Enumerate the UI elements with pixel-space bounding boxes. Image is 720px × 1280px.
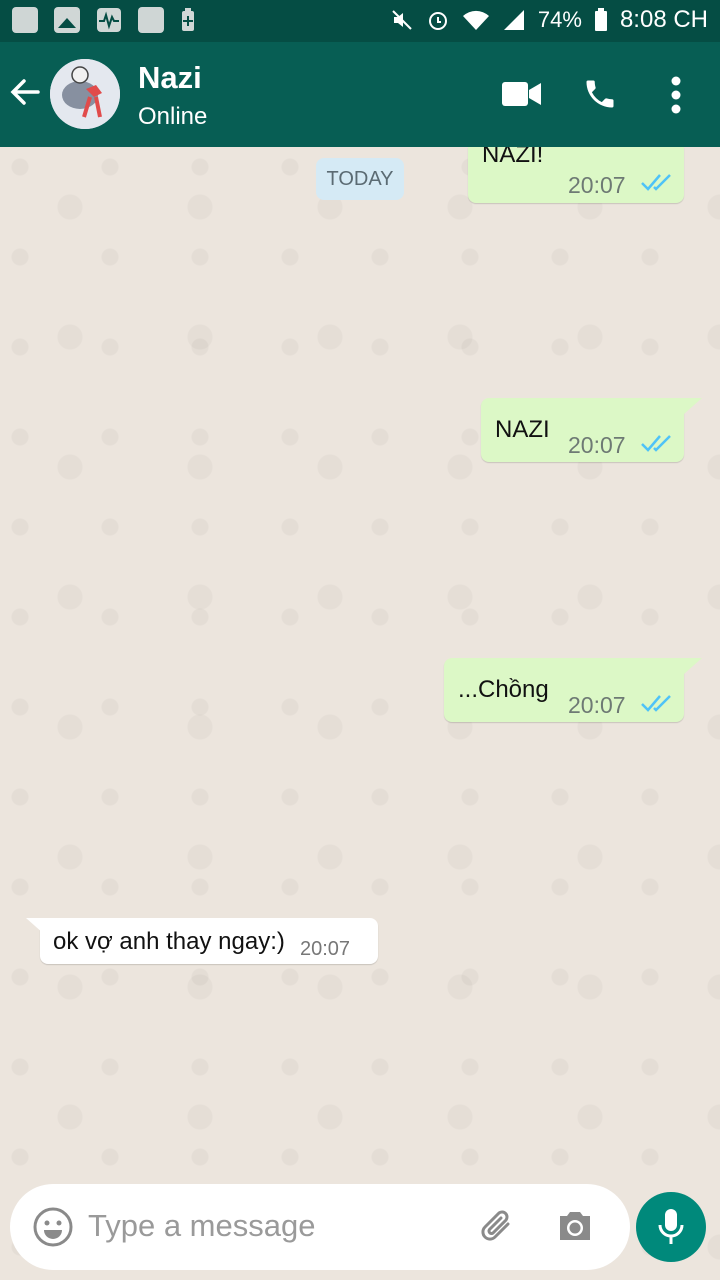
square-notification-icon <box>138 7 164 33</box>
back-button[interactable] <box>8 70 42 114</box>
double-check-icon <box>641 174 671 191</box>
gallery-notification-icon <box>54 7 80 33</box>
mute-icon <box>392 10 412 30</box>
more-vert-icon <box>671 76 681 114</box>
bubble-tail <box>684 398 702 414</box>
back-arrow-icon <box>10 79 40 105</box>
battery-icon <box>594 8 607 31</box>
double-check-icon <box>641 435 671 452</box>
video-call-icon <box>502 82 541 106</box>
message-text: NAZI <box>495 416 550 443</box>
message-bubble-outgoing[interactable]: NAZI! 20:07 <box>468 147 684 203</box>
message-text: ok vợ anh thay ngay:) <box>53 928 285 955</box>
attach-button[interactable] <box>480 1208 516 1251</box>
camera-button[interactable] <box>556 1208 594 1249</box>
alarm-icon <box>428 12 447 30</box>
emoji-icon <box>33 1207 73 1247</box>
avatar-image <box>50 59 120 129</box>
emoji-button[interactable] <box>32 1206 74 1253</box>
contact-avatar[interactable] <box>50 59 120 129</box>
message-time: 20:07 <box>568 692 626 718</box>
attach-icon <box>481 1210 510 1241</box>
phone-icon <box>586 80 614 108</box>
message-composer: Type a message <box>10 1184 630 1270</box>
signal-icon <box>503 10 524 30</box>
message-text: ...Chồng <box>458 676 549 703</box>
more-options-button[interactable] <box>668 76 684 119</box>
message-input[interactable]: Type a message <box>88 1208 315 1244</box>
bubble-tail <box>26 918 44 934</box>
system-icons: 74% 8:08 CH <box>390 6 708 34</box>
message-bubble-outgoing[interactable]: ...Chồng 20:07 <box>444 658 702 722</box>
message-time: 20:07 <box>568 432 626 458</box>
message-time: 20:07 <box>568 172 626 198</box>
bubble-tail <box>684 658 702 674</box>
video-call-button[interactable] <box>502 80 542 113</box>
message-time: 20:07 <box>300 938 351 960</box>
clock: 8:08 CH <box>619 6 708 33</box>
youtube-notification-icon <box>12 7 38 33</box>
voice-call-button[interactable] <box>582 76 618 117</box>
contact-status: Online <box>138 103 208 130</box>
mic-button[interactable] <box>636 1192 706 1262</box>
contact-name[interactable]: Nazi <box>138 60 202 96</box>
battery-saver-icon <box>180 7 196 33</box>
mic-icon <box>658 1209 684 1244</box>
message-bubble-incoming[interactable]: ok vợ anh thay ngay:) 20:07 <box>26 918 378 964</box>
battery-percent: 74% <box>537 7 582 32</box>
message-text: NAZI! <box>482 147 544 168</box>
date-separator: TODAY <box>316 158 404 200</box>
activity-notification-icon <box>96 7 122 33</box>
camera-icon <box>560 1212 590 1240</box>
chat-area[interactable]: TODAY NAZI! 20:07 NAZI 20:07 ...Chồng 20… <box>0 147 720 1280</box>
message-bubble-outgoing[interactable]: NAZI 20:07 <box>481 398 702 462</box>
chat-header: Nazi Online <box>0 42 720 147</box>
status-bar: 74% 8:08 CH <box>0 0 720 42</box>
double-check-icon <box>641 695 671 712</box>
notification-icons <box>12 7 196 33</box>
wifi-icon <box>462 10 489 30</box>
